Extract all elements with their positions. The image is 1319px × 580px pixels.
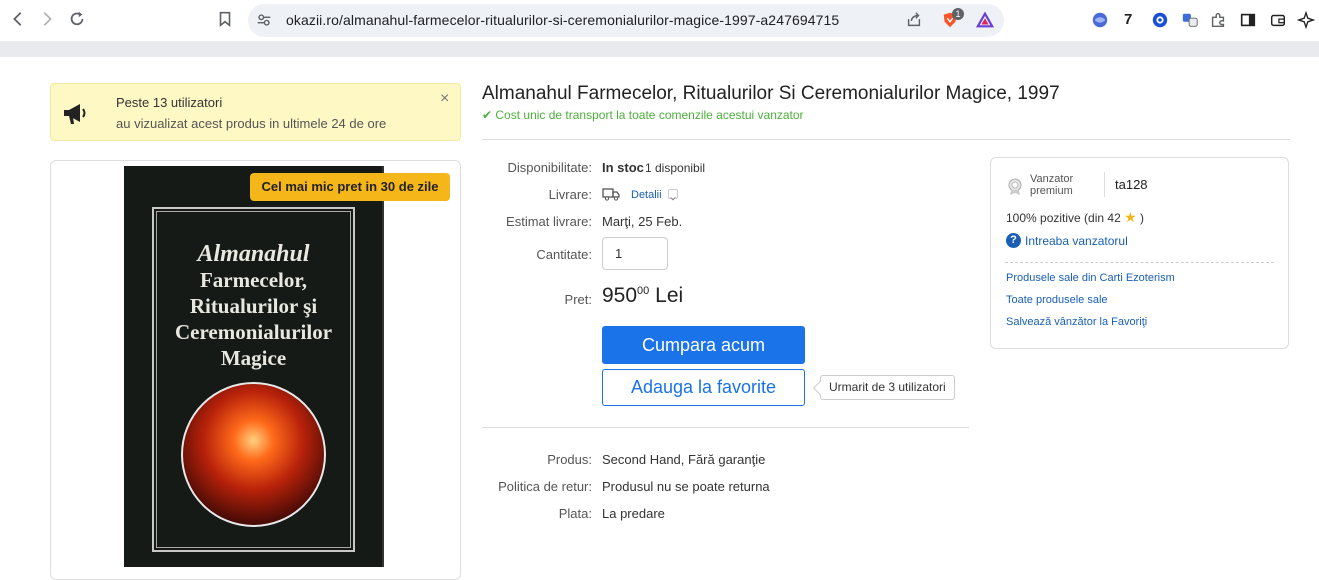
book-title-line: Magice (220, 346, 287, 370)
estimate-label: Estimat livrare: (506, 214, 592, 229)
seller-name[interactable]: ta128 (1115, 177, 1148, 192)
divider (482, 427, 969, 428)
seller-rating: 100% pozitive (din 42 ★ ) (1006, 209, 1144, 226)
translate-icon[interactable] (1180, 10, 1200, 30)
seller-rating-text: 100% pozitive (din 42 (1006, 211, 1121, 225)
seller-category-link[interactable]: Produsele sale din Carti Ezoterism (1006, 272, 1175, 284)
site-settings-icon[interactable] (254, 11, 274, 31)
seller-type-line: Vanzator (1030, 173, 1074, 185)
notice-title: Peste 13 utilizatori (116, 95, 223, 110)
book-cover-title: Almanahul Farmecelor, Ritualurilor şi Ce… (152, 241, 355, 371)
lowest-price-badge: Cel mai mic pret in 30 de zile (250, 173, 450, 201)
counter-extension-icon[interactable]: 7 (1124, 11, 1132, 28)
book-cover-illustration (181, 382, 326, 527)
product-condition-value: Second Hand, Fără garanţie (602, 452, 766, 467)
chevron-down-icon[interactable] (668, 189, 678, 201)
truck-icon (602, 187, 620, 201)
payment-label: Plata: (558, 506, 592, 521)
price-cents: 00 (637, 285, 650, 297)
forward-icon[interactable] (37, 10, 57, 30)
ask-seller-link[interactable]: Intreaba vanzatorul (1025, 234, 1128, 248)
puzzle-icon[interactable] (1208, 10, 1228, 30)
sidebar-icon[interactable] (1238, 10, 1258, 30)
ai-icon[interactable] (1296, 10, 1316, 30)
page-title: Almanahul Farmecelor, Ritualurilor Si Ce… (482, 83, 1060, 104)
book-title-line: Ritualurilor şi (189, 294, 318, 318)
bookmark-icon[interactable] (215, 10, 235, 30)
close-icon[interactable]: × (440, 90, 449, 108)
seller-type-line: premium (1030, 185, 1073, 197)
brave-badge: 1 (952, 8, 964, 20)
price-currency: Lei (655, 284, 684, 307)
extension-icon[interactable] (1150, 10, 1170, 30)
shipping-info: ✔ Cost unic de transport la toate comenz… (482, 108, 804, 122)
delivery-label: Livrare: (548, 187, 592, 202)
product-condition-label: Produs: (547, 452, 592, 467)
book-title-line: Ceremonialurilor (174, 320, 333, 344)
quantity-label: Cantitate: (536, 247, 592, 262)
return-policy-label: Politica de retur: (498, 479, 592, 494)
notice-subtitle: au vizualizat acest produs in ultimele 2… (116, 116, 387, 131)
divider (482, 139, 1290, 140)
premium-medal-icon (1005, 176, 1025, 196)
payment-value: La predare (602, 506, 665, 521)
delivery-details-link[interactable]: Detalii (631, 189, 662, 201)
price-main: 950 (602, 284, 638, 307)
return-policy-value: Produsul nu se poate returna (602, 479, 770, 494)
back-icon[interactable] (8, 10, 28, 30)
price-label: Pret: (564, 292, 592, 307)
availability-count: 1 disponibil (645, 161, 706, 175)
save-seller-link[interactable]: Salvează vânzător la Favoriţi (1006, 316, 1147, 328)
availability-value: In stoc (602, 160, 644, 175)
followers-tooltip: Urmarit de 3 utilizatori (820, 375, 955, 400)
vpn-icon[interactable] (1090, 10, 1110, 30)
share-icon[interactable] (904, 10, 924, 30)
star-icon: ★ (1124, 209, 1137, 225)
seller-rating-end: ) (1140, 211, 1144, 225)
page-header-strip (0, 41, 1319, 57)
wallet-icon[interactable] (1268, 10, 1288, 30)
price-value: 95000 Lei (602, 284, 683, 308)
availability-label: Disponibilitate: (507, 160, 592, 175)
seller-divider (1005, 262, 1274, 263)
views-notice (50, 83, 461, 141)
buy-now-button[interactable]: Cumpara acum (602, 326, 805, 364)
estimate-value: Marţi, 25 Feb. (602, 214, 683, 229)
book-title-line: Farmecelor, (199, 268, 308, 292)
help-icon: ? (1006, 233, 1021, 248)
reload-icon[interactable] (67, 10, 87, 30)
add-to-favorites-button[interactable]: Adauga la favorite (602, 369, 805, 406)
seller-all-products-link[interactable]: Toate produsele sale (1006, 294, 1108, 306)
brave-rewards-icon[interactable] (975, 10, 995, 30)
megaphone-icon (60, 98, 90, 128)
book-title-line: Almanahul (197, 241, 310, 267)
seller-separator (1104, 172, 1105, 197)
quantity-input[interactable]: 1 (602, 237, 668, 270)
seller-type: Vanzator premium (1030, 173, 1073, 197)
url-text[interactable]: okazii.ro/almanahul-farmecelor-ritualuri… (286, 12, 839, 28)
